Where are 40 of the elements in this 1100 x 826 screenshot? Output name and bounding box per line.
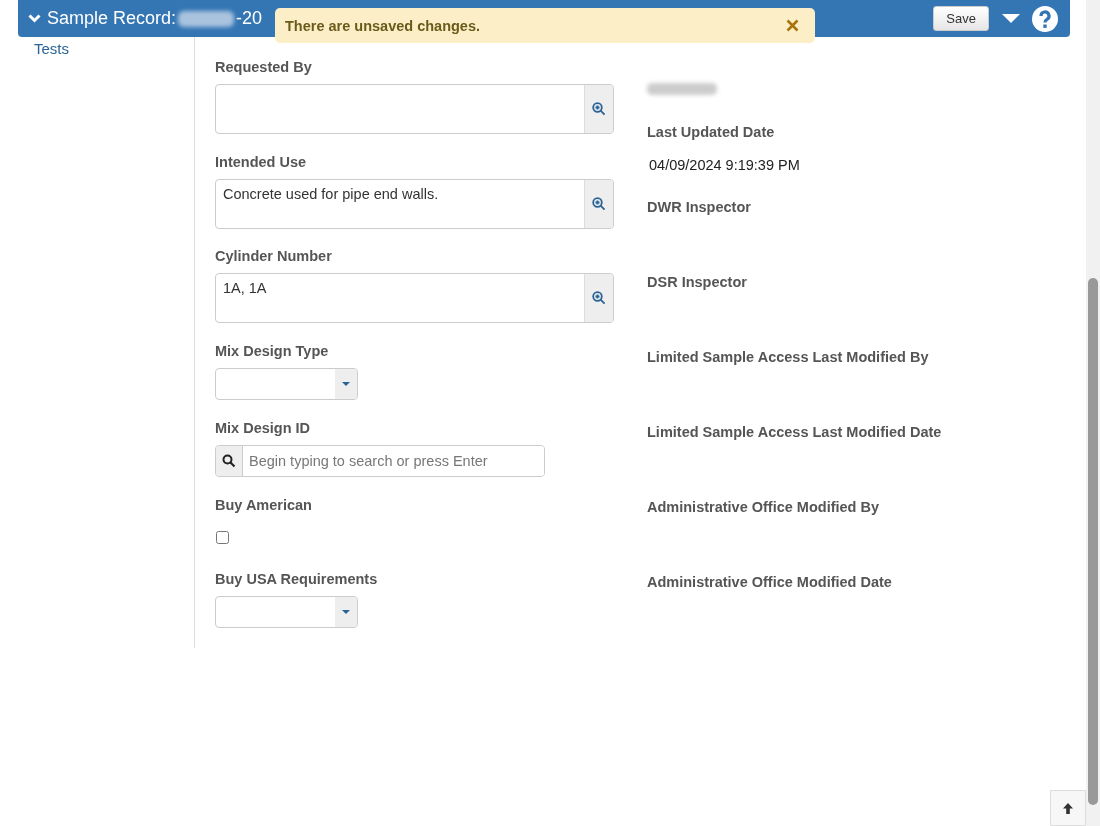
toast-message: There are unsaved changes. — [285, 17, 481, 34]
zoom-in-icon[interactable] — [592, 291, 606, 306]
caret-down-icon[interactable] — [342, 381, 350, 386]
field-label: DSR Inspector — [647, 273, 748, 292]
field-label: Limited Sample Access Last Modified Date — [647, 423, 943, 442]
field-value: 04/09/2024 9:19:39 PM — [649, 157, 801, 174]
field-label: Cylinder Number — [215, 247, 332, 266]
chevron-down-icon[interactable] — [28, 14, 41, 23]
record-title: Sample Record: — [47, 8, 177, 29]
caret-down-icon[interactable] — [342, 610, 350, 615]
caret-down-icon[interactable] — [1002, 14, 1020, 23]
scrollbar[interactable] — [1086, 0, 1100, 826]
field-label: Buy USA Requirements — [215, 570, 378, 589]
lookup-field[interactable]: Concrete used for pipe end walls. — [215, 178, 614, 229]
field-label: DWR Inspector — [647, 198, 752, 217]
field-label: Administrative Office Modified Date — [647, 573, 893, 592]
close-button[interactable] — [786, 19, 799, 32]
search-icon — [222, 454, 236, 469]
arrow-up-icon — [1062, 801, 1074, 815]
search-field[interactable]: Begin typing to search or press Enter — [215, 445, 545, 478]
sidebar-link[interactable]: Tests — [34, 40, 69, 57]
field-label: Limited Sample Access Last Modified By — [647, 348, 930, 367]
redacted-value — [178, 10, 235, 27]
help-icon[interactable] — [1032, 5, 1058, 32]
field-label: Buy American — [215, 495, 312, 514]
scroll-to-top-button[interactable] — [1050, 790, 1086, 826]
zoom-in-icon[interactable] — [592, 102, 606, 116]
checkbox[interactable] — [216, 530, 229, 544]
save-button[interactable]: Save — [933, 6, 989, 31]
field-label: Administrative Office Modified By — [647, 498, 881, 517]
field-label: Mix Design ID — [215, 419, 311, 438]
lookup-field[interactable] — [215, 84, 614, 134]
field-label: Mix Design Type — [215, 341, 329, 360]
redacted-value — [647, 83, 717, 95]
zoom-in-icon[interactable] — [592, 196, 606, 211]
field-label: Last Updated Date — [647, 123, 776, 142]
field-label: Requested By — [215, 58, 312, 76]
field-label: Intended Use — [215, 152, 307, 171]
lookup-field[interactable]: 1A, 1A — [215, 273, 614, 324]
record-title: -20 — [236, 8, 263, 29]
